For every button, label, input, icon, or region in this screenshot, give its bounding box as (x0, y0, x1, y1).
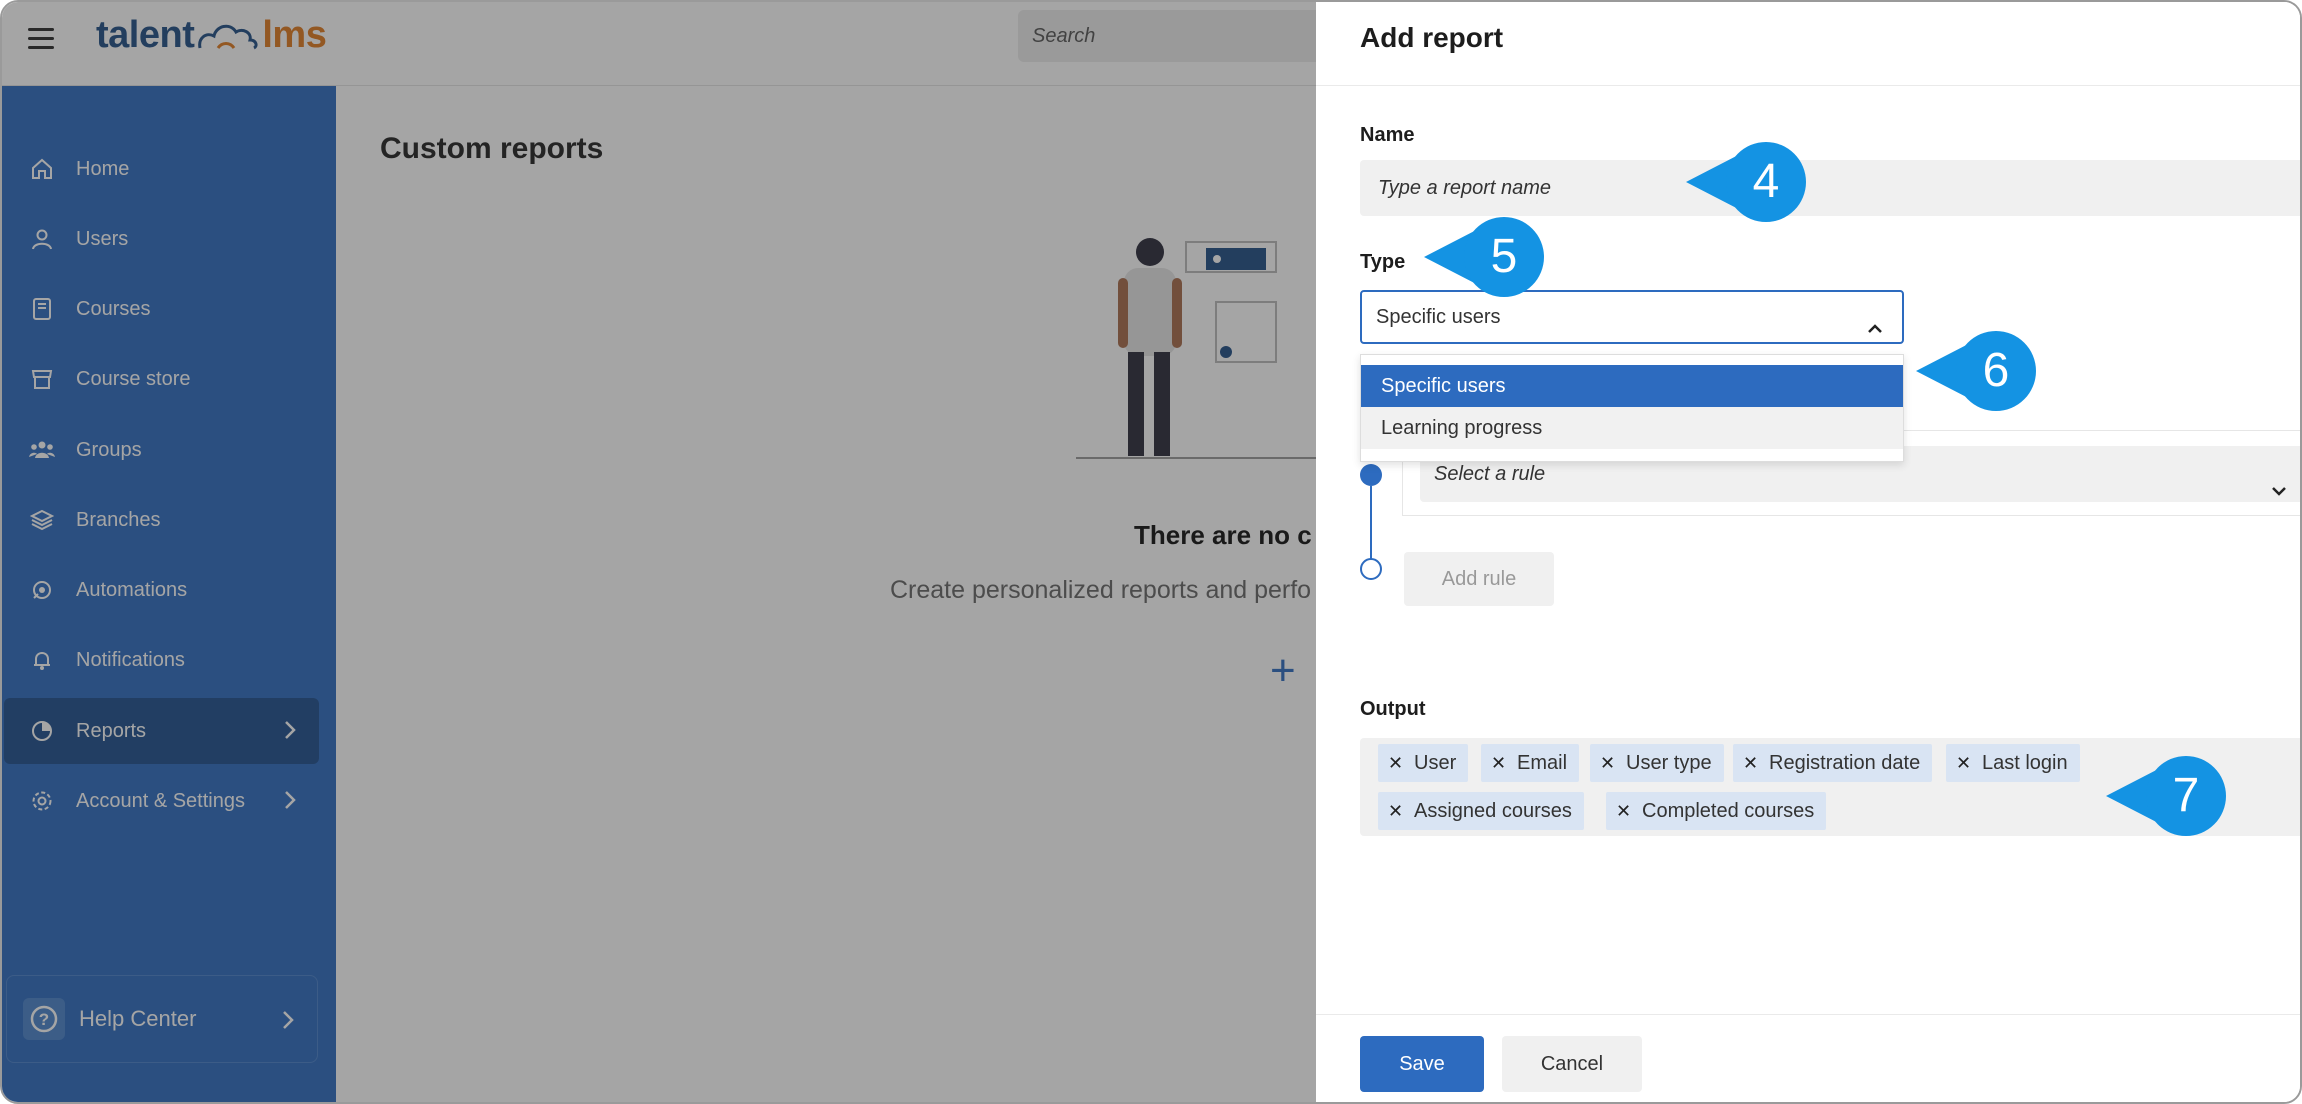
callout-5: 5 (1424, 217, 1544, 297)
groups-icon (28, 436, 56, 464)
chip-label: Last login (1982, 752, 2068, 774)
rule-select-placeholder: Select a rule (1434, 463, 1546, 485)
chip-label: User type (1626, 752, 1712, 774)
name-label: Name (1360, 124, 1415, 146)
output-label: Output (1360, 698, 1426, 720)
user-icon (28, 225, 56, 253)
rule-step-dot (1360, 464, 1382, 486)
type-option-learning-progress[interactable]: Learning progress (1361, 407, 1903, 449)
sidebar-item-label: Groups (76, 438, 142, 461)
book-icon (28, 295, 56, 323)
chevron-right-icon (283, 788, 297, 818)
svg-text:?: ? (39, 1010, 49, 1029)
sidebar-item-label: Course store (76, 367, 191, 390)
sidebar-item-label: Account & Settings (76, 789, 245, 812)
chip-label: Assigned courses (1414, 800, 1572, 822)
gear-icon (28, 787, 56, 815)
close-icon[interactable]: ✕ (1491, 744, 1506, 782)
main-content: Custom reports There are no c Create per… (336, 86, 1316, 1102)
menu-icon[interactable] (28, 28, 54, 50)
output-chip[interactable]: ✕ Assigned courses (1378, 792, 1584, 830)
page-title: Custom reports (380, 132, 604, 165)
help-center-button[interactable]: ? Help Center (6, 975, 318, 1063)
add-report-panel: Add report Name Type a report name Type … (1316, 2, 2300, 1102)
chip-label: Registration date (1769, 752, 1921, 774)
empty-state-subtitle: Create personalized reports and perfo (890, 576, 1312, 604)
type-select[interactable]: Specific users (1360, 290, 1904, 344)
close-icon[interactable]: ✕ (1388, 792, 1403, 830)
close-icon[interactable]: ✕ (1956, 744, 1971, 782)
sidebar-item-label: Home (76, 157, 130, 180)
close-icon[interactable]: ✕ (1616, 792, 1631, 830)
report-name-input[interactable]: Type a report name (1360, 160, 2300, 216)
home-icon (28, 155, 56, 183)
sidebar-item-reports[interactable]: Reports (4, 698, 319, 764)
close-icon[interactable]: ✕ (1600, 744, 1615, 782)
sidebar: Home Users Courses Course store Groups B… (2, 86, 336, 1102)
app-window: talent lms Search Home Users Courses Cour… (0, 0, 2302, 1104)
type-option-specific-users[interactable]: Specific users (1361, 365, 1903, 407)
chevron-right-icon (281, 1008, 295, 1038)
help-center-label: Help Center (79, 1006, 197, 1031)
output-chip[interactable]: ✕ User (1378, 744, 1469, 782)
sidebar-item-courses[interactable]: Courses (4, 276, 319, 342)
chevron-right-icon (283, 718, 297, 748)
empty-state-title: There are no c (1134, 520, 1312, 550)
sidebar-item-label: Notifications (76, 648, 185, 671)
type-label: Type (1360, 251, 1406, 273)
sidebar-item-notifications[interactable]: Notifications (4, 627, 319, 693)
automation-icon (28, 576, 56, 604)
question-icon: ? (23, 998, 65, 1040)
sidebar-item-automations[interactable]: Automations (4, 557, 319, 623)
sidebar-item-groups[interactable]: Groups (4, 417, 319, 483)
logo[interactable]: talent lms (96, 14, 327, 57)
chevron-up-icon (1866, 307, 1884, 357)
pie-chart-icon (28, 717, 56, 745)
sidebar-item-branches[interactable]: Branches (4, 487, 319, 553)
cancel-button[interactable]: Cancel (1502, 1036, 1642, 1092)
layers-icon (28, 506, 56, 534)
callout-number: 6 (1982, 344, 2010, 397)
cloud-icon (198, 24, 258, 50)
sidebar-item-home[interactable]: Home (4, 136, 319, 202)
add-report-plus-icon[interactable]: + (1270, 646, 1296, 696)
output-chip[interactable]: ✕ Registration date (1733, 744, 1933, 782)
callout-number: 5 (1490, 230, 1518, 283)
close-icon[interactable]: ✕ (1743, 744, 1758, 782)
callout-4: 4 (1686, 142, 1806, 222)
chevron-down-icon (2270, 466, 2288, 522)
sidebar-item-account-settings[interactable]: Account & Settings (4, 768, 319, 834)
store-icon (28, 365, 56, 393)
callout-7: 7 (2106, 756, 2226, 836)
chip-label: Email (1517, 752, 1568, 774)
sidebar-item-label: Branches (76, 508, 161, 531)
output-chip[interactable]: ✕ User type (1590, 744, 1724, 782)
chip-label: User (1414, 752, 1457, 774)
callout-6: 6 (1916, 331, 2036, 411)
add-rule-button[interactable]: Add rule (1404, 552, 1554, 606)
callout-number: 4 (1752, 155, 1780, 208)
output-chip[interactable]: ✕ Last login (1946, 744, 2080, 782)
chip-label: Completed courses (1642, 800, 1815, 822)
sidebar-item-course-store[interactable]: Course store (4, 346, 319, 412)
type-dropdown: Specific users Learning progress (1360, 354, 1904, 462)
sidebar-item-users[interactable]: Users (4, 206, 319, 272)
callout-number: 7 (2172, 769, 2200, 822)
sidebar-item-label: Users (76, 227, 129, 250)
rule-connector (1370, 486, 1372, 560)
save-button[interactable]: Save (1360, 1036, 1484, 1092)
type-select-value: Specific users (1376, 306, 1501, 328)
sidebar-item-label: Reports (76, 719, 147, 742)
bell-icon (28, 646, 56, 674)
output-chip[interactable]: ✕ Email (1481, 744, 1580, 782)
sidebar-item-label: Courses (76, 297, 151, 320)
sidebar-item-label: Automations (76, 578, 188, 601)
panel-title: Add report (1360, 22, 1504, 53)
close-icon[interactable]: ✕ (1388, 744, 1403, 782)
rule-step-dot-empty (1360, 558, 1382, 580)
output-chip[interactable]: ✕ Completed courses (1606, 792, 1827, 830)
panel-header: Add report (1316, 2, 2300, 86)
